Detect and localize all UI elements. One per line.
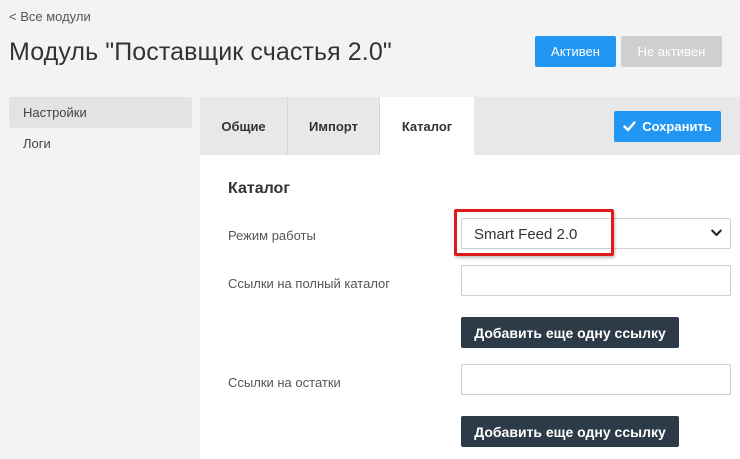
stock-input[interactable]	[461, 364, 731, 395]
chevron-down-icon	[711, 229, 722, 236]
sidebar: Настройки Логи	[9, 97, 192, 159]
sidebar-item-settings[interactable]: Настройки	[9, 97, 192, 128]
tab-general[interactable]: Общие	[200, 97, 288, 155]
section-title: Каталог	[228, 180, 290, 197]
back-to-modules-link[interactable]: < Все модули	[9, 9, 91, 24]
checkmark-icon	[623, 121, 636, 132]
active-button[interactable]: Активен	[535, 36, 616, 67]
save-button[interactable]: Сохранить	[614, 111, 721, 142]
inactive-button[interactable]: Не активен	[621, 36, 722, 67]
full-catalog-input[interactable]	[461, 265, 731, 296]
mode-select-value: Smart Feed 2.0	[474, 226, 578, 243]
tab-bar: Общие Импорт Каталог Сохранить	[200, 97, 740, 156]
tab-catalog[interactable]: Каталог	[380, 97, 474, 156]
mode-label: Режим работы	[228, 228, 316, 243]
full-catalog-label: Ссылки на полный каталог	[228, 276, 391, 291]
stock-label: Ссылки на остатки	[228, 375, 341, 390]
save-button-label: Сохранить	[642, 119, 712, 134]
add-full-catalog-link-button[interactable]: Добавить еще одну ссылку	[461, 317, 679, 348]
settings-panel: Общие Импорт Каталог Сохранить Каталог Р…	[200, 97, 740, 459]
tab-import[interactable]: Импорт	[288, 97, 380, 155]
sidebar-item-logs[interactable]: Логи	[9, 128, 192, 159]
page-title: Модуль "Поставщик счастья 2.0"	[9, 38, 392, 66]
add-stock-link-button[interactable]: Добавить еще одну ссылку	[461, 416, 679, 447]
mode-select[interactable]: Smart Feed 2.0	[461, 218, 731, 249]
